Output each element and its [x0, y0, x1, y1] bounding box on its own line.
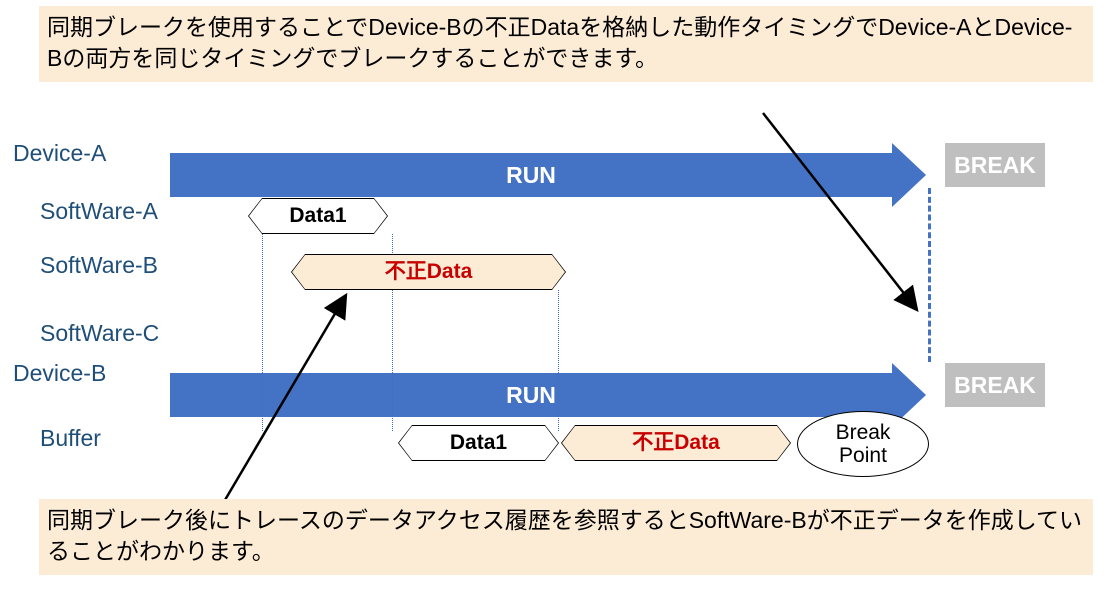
note-bottom: 同期ブレーク後にトレースのデータアクセス履歴を参照するとSoftWare-Bが不… — [39, 499, 1093, 575]
